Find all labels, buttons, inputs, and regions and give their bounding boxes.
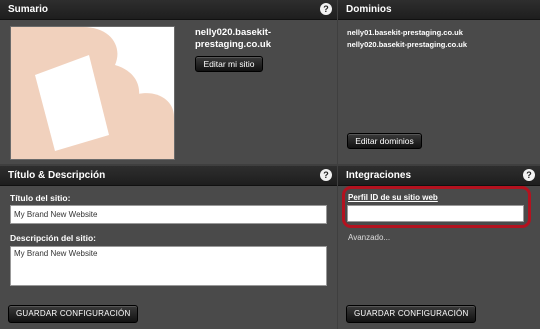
domains-panel: Dominios nelly01.basekit-prestaging.co.u…	[338, 0, 540, 164]
title-description-panel: Título & Descripción ? Título del sitio:…	[0, 166, 337, 329]
site-name: nelly020.basekit-prestaging.co.uk	[195, 27, 272, 50]
profile-id-label: Perfil ID de su sitio web	[348, 193, 438, 202]
edit-site-button[interactable]: Editar mi sitio	[195, 56, 263, 72]
help-icon[interactable]: ?	[523, 169, 535, 181]
domain-item: nelly01.basekit-prestaging.co.uk	[347, 28, 463, 37]
title-description-header: Título & Descripción ?	[0, 166, 337, 186]
site-thumbnail	[10, 26, 175, 160]
site-title-label: Título del sitio:	[10, 193, 71, 203]
site-description-textarea[interactable]: My Brand New Website	[10, 246, 327, 286]
domains-header: Dominios	[338, 0, 540, 20]
save-integrations-button[interactable]: GUARDAR CONFIGURACIÓN	[346, 305, 477, 323]
edit-domains-button[interactable]: Editar dominios	[347, 133, 422, 149]
help-icon[interactable]: ?	[320, 169, 332, 181]
brand-logo-icon	[11, 27, 174, 159]
domain-item: nelly020.basekit-prestaging.co.uk	[347, 40, 468, 49]
profile-id-input[interactable]	[347, 205, 524, 222]
integrations-title: Integraciones	[346, 170, 412, 181]
summary-title: Sumario	[8, 4, 49, 15]
integrations-panel: Integraciones ? Perfil ID de su sitio we…	[338, 166, 540, 329]
advanced-link[interactable]: Avanzado...	[348, 233, 390, 242]
integrations-header: Integraciones ?	[338, 166, 540, 186]
site-title-input[interactable]: My Brand New Website	[10, 205, 327, 224]
title-description-title: Título & Descripción	[8, 170, 106, 181]
save-settings-button[interactable]: GUARDAR CONFIGURACIÓN	[8, 305, 139, 323]
summary-panel: Sumario ? nelly020.basekit-prestaging.co…	[0, 0, 337, 164]
site-description-label: Descripción del sitio:	[10, 233, 96, 243]
summary-header: Sumario ?	[0, 0, 337, 20]
domains-title: Dominios	[346, 4, 392, 15]
help-icon[interactable]: ?	[320, 3, 332, 15]
